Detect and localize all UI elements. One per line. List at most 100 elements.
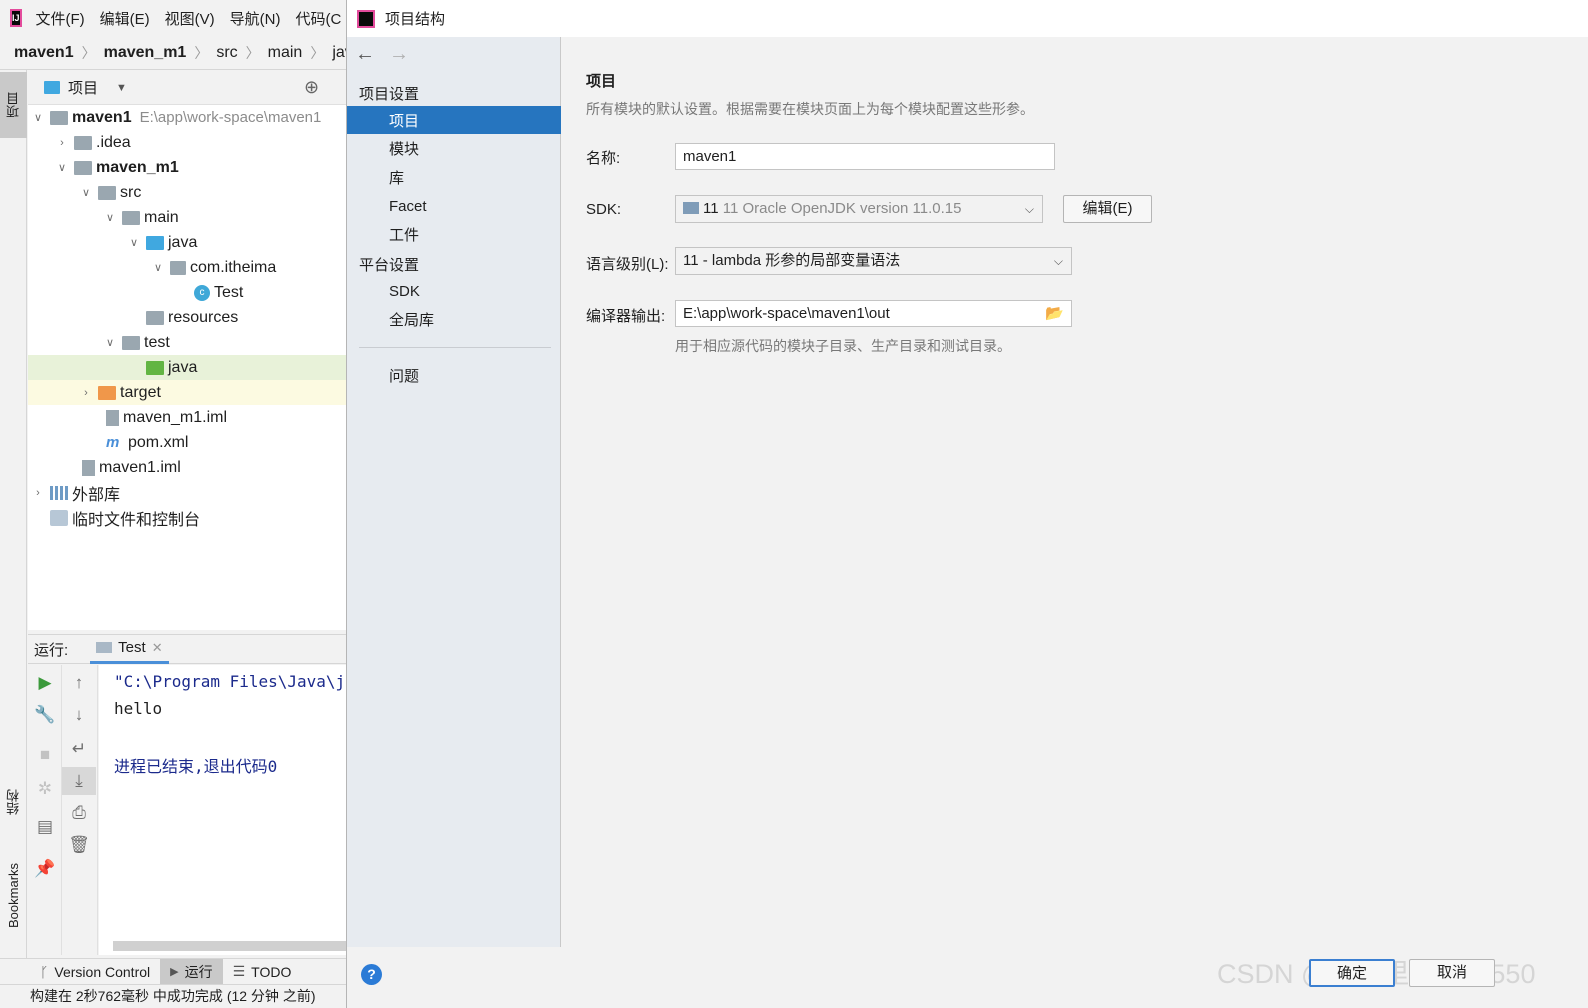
menu-navigate[interactable]: 导航(N) <box>230 8 281 29</box>
nav-item-project[interactable]: 项目 <box>347 106 561 134</box>
edit-sdk-button[interactable]: 编辑(E) <box>1063 195 1152 223</box>
horizontal-scrollbar[interactable] <box>113 941 346 951</box>
tree-node-test-class[interactable]: c Test <box>28 280 346 305</box>
tool-tab-bookmarks[interactable]: Bookmarks <box>0 845 27 945</box>
nav-item-sdk[interactable]: SDK <box>347 277 561 305</box>
module-folder-icon <box>50 110 68 125</box>
tree-node-maven-m1[interactable]: ∨ maven_m1 <box>28 155 346 180</box>
project-name-input[interactable]: maven1 <box>675 143 1055 170</box>
breadcrumb-item[interactable]: src <box>216 44 237 62</box>
tool-window-version-control[interactable]: ᚴ Version Control <box>0 959 160 985</box>
pin-icon[interactable]: 📌 <box>28 859 62 879</box>
tree-node-java-test[interactable]: java <box>28 355 346 380</box>
locate-icon[interactable]: ⊕ <box>304 77 319 98</box>
tool-tab-bookmarks-label: Bookmarks <box>6 862 21 928</box>
chevron-down-icon[interactable]: ∨ <box>150 261 166 274</box>
sdk-label: SDK: <box>586 201 622 218</box>
list-icon: ☰ <box>232 963 246 979</box>
menu-view[interactable]: 视图(V) <box>165 8 215 29</box>
tool-window-label: 运行 <box>184 963 213 980</box>
tree-node-target[interactable]: › target <box>28 380 346 405</box>
run-console[interactable]: "C:\Program Files\Java\j hello 进程已结束,退出代… <box>99 665 346 955</box>
back-arrow-icon[interactable]: ← <box>355 43 375 65</box>
tree-node-java-src[interactable]: ∨ java <box>28 230 346 255</box>
folder-open-icon[interactable]: 📂 <box>1045 301 1064 326</box>
chevron-down-icon: ⌵ <box>1024 202 1034 216</box>
compiler-output-input[interactable]: E:\app\work-space\maven1\out 📂 <box>675 300 1072 327</box>
folder-icon <box>122 210 140 225</box>
soft-wrap-icon[interactable]: ↵ <box>62 739 96 759</box>
sdk-select[interactable]: 11 11 Oracle OpenJDK version 11.0.15 ⌵ <box>675 195 1043 223</box>
tool-tab-project[interactable]: 项目 <box>0 72 27 138</box>
compiler-output-label: 编译器输出: <box>586 308 666 325</box>
stop-icon[interactable]: ■ <box>28 745 62 765</box>
nav-item-problems[interactable]: 问题 <box>347 361 561 389</box>
nav-item-facets[interactable]: Facet <box>347 192 561 220</box>
tool-window-label: Version Control <box>54 963 151 980</box>
chevron-right-icon[interactable]: › <box>30 487 46 499</box>
nav-item-libraries[interactable]: 库 <box>347 163 561 191</box>
debug-icon[interactable]: ✲ <box>28 779 62 799</box>
tree-node-label: src <box>120 183 142 201</box>
tool-window-run[interactable]: ▶ 运行 <box>160 958 223 985</box>
ide-window: IJ 文件(F) 编辑(E) 视图(V) 导航(N) 代码(C maven1 〉… <box>0 0 346 1008</box>
help-button[interactable]: ? <box>361 964 382 985</box>
wrench-icon[interactable]: 🔧 <box>28 705 62 725</box>
tree-node-src[interactable]: ∨ src <box>28 180 346 205</box>
trash-icon[interactable]: 🗑 <box>62 835 96 855</box>
tool-window-todo[interactable]: ☰ TODO <box>223 959 302 985</box>
nav-item-artifacts[interactable]: 工件 <box>347 220 561 248</box>
dropdown-icon[interactable]: ▼ <box>116 82 127 94</box>
chevron-down-icon[interactable]: ∨ <box>54 161 70 174</box>
layout-icon[interactable]: ▤ <box>28 817 62 837</box>
chevron-right-icon[interactable]: › <box>78 387 94 399</box>
nav-item-label: SDK <box>389 282 420 300</box>
breadcrumb-item[interactable]: maven1 <box>14 44 74 62</box>
menu-edit[interactable]: 编辑(E) <box>100 8 150 29</box>
menu-file[interactable]: 文件(F) <box>36 8 85 29</box>
chevron-down-icon[interactable]: ∨ <box>102 336 118 349</box>
arrow-up-icon[interactable]: ↑ <box>62 673 96 693</box>
tree-node-maven1[interactable]: ∨ maven1 E:\app\work-space\maven1 <box>28 105 346 130</box>
language-level-select[interactable]: 11 - lambda 形参的局部变量语法 ⌵ <box>675 247 1072 275</box>
tool-tab-structure[interactable]: 结构 <box>0 770 27 834</box>
tree-node-pom[interactable]: m pom.xml <box>28 430 346 455</box>
tree-node-main[interactable]: ∨ main <box>28 205 346 230</box>
menu-code[interactable]: 代码(C <box>296 8 342 29</box>
run-icon[interactable]: ▶ <box>28 673 62 693</box>
scroll-to-end-icon[interactable]: ⤓ <box>62 767 96 795</box>
breadcrumb-item[interactable]: java <box>332 44 346 62</box>
tree-node-package[interactable]: ∨ com.itheima <box>28 255 346 280</box>
chevron-right-icon[interactable]: › <box>54 137 70 149</box>
tree-node-label: maven1 <box>72 108 132 126</box>
tree-node-label: target <box>120 383 161 401</box>
breadcrumb-item[interactable]: maven_m1 <box>104 44 187 62</box>
chevron-down-icon[interactable]: ∨ <box>126 236 142 249</box>
cancel-button[interactable]: 取消 <box>1409 959 1495 987</box>
run-tab-test[interactable]: Test ✕ <box>90 635 169 664</box>
nav-item-modules[interactable]: 模块 <box>347 134 561 162</box>
chevron-down-icon[interactable]: ∨ <box>78 186 94 199</box>
tree-node-idea[interactable]: › .idea <box>28 130 346 155</box>
forward-arrow-icon[interactable]: → <box>389 43 409 65</box>
chevron-down-icon[interactable]: ∨ <box>102 211 118 224</box>
arrow-down-icon[interactable]: ↓ <box>62 705 96 725</box>
iml-file-icon <box>82 459 95 476</box>
tree-node-scratches[interactable]: 临时文件和控制台 <box>28 505 346 530</box>
tree-node-resources[interactable]: resources <box>28 305 346 330</box>
tree-node-label: Test <box>214 283 244 301</box>
chevron-down-icon[interactable]: ∨ <box>30 111 46 124</box>
breadcrumb-item[interactable]: main <box>268 44 303 62</box>
tree-node-maven-m1-iml[interactable]: maven_m1.iml <box>28 405 346 430</box>
print-icon[interactable]: ⎙ <box>62 803 96 823</box>
tree-node-maven1-iml[interactable]: maven1.iml <box>28 455 346 480</box>
nav-item-global-libraries[interactable]: 全局库 <box>347 305 561 333</box>
dialog-titlebar[interactable]: 项目结构 <box>347 0 1588 37</box>
ok-button[interactable]: 确定 <box>1309 959 1395 987</box>
tree-node-test[interactable]: ∨ test <box>28 330 346 355</box>
project-view-selector[interactable]: 项目 <box>68 77 98 98</box>
dialog-footer: ? CSDN @这德里的折磨550 确定 取消 <box>347 947 1588 1008</box>
tree-node-external-libs[interactable]: › 外部库 <box>28 480 346 505</box>
close-icon[interactable]: ✕ <box>152 640 163 656</box>
tree-node-label: main <box>144 208 179 226</box>
